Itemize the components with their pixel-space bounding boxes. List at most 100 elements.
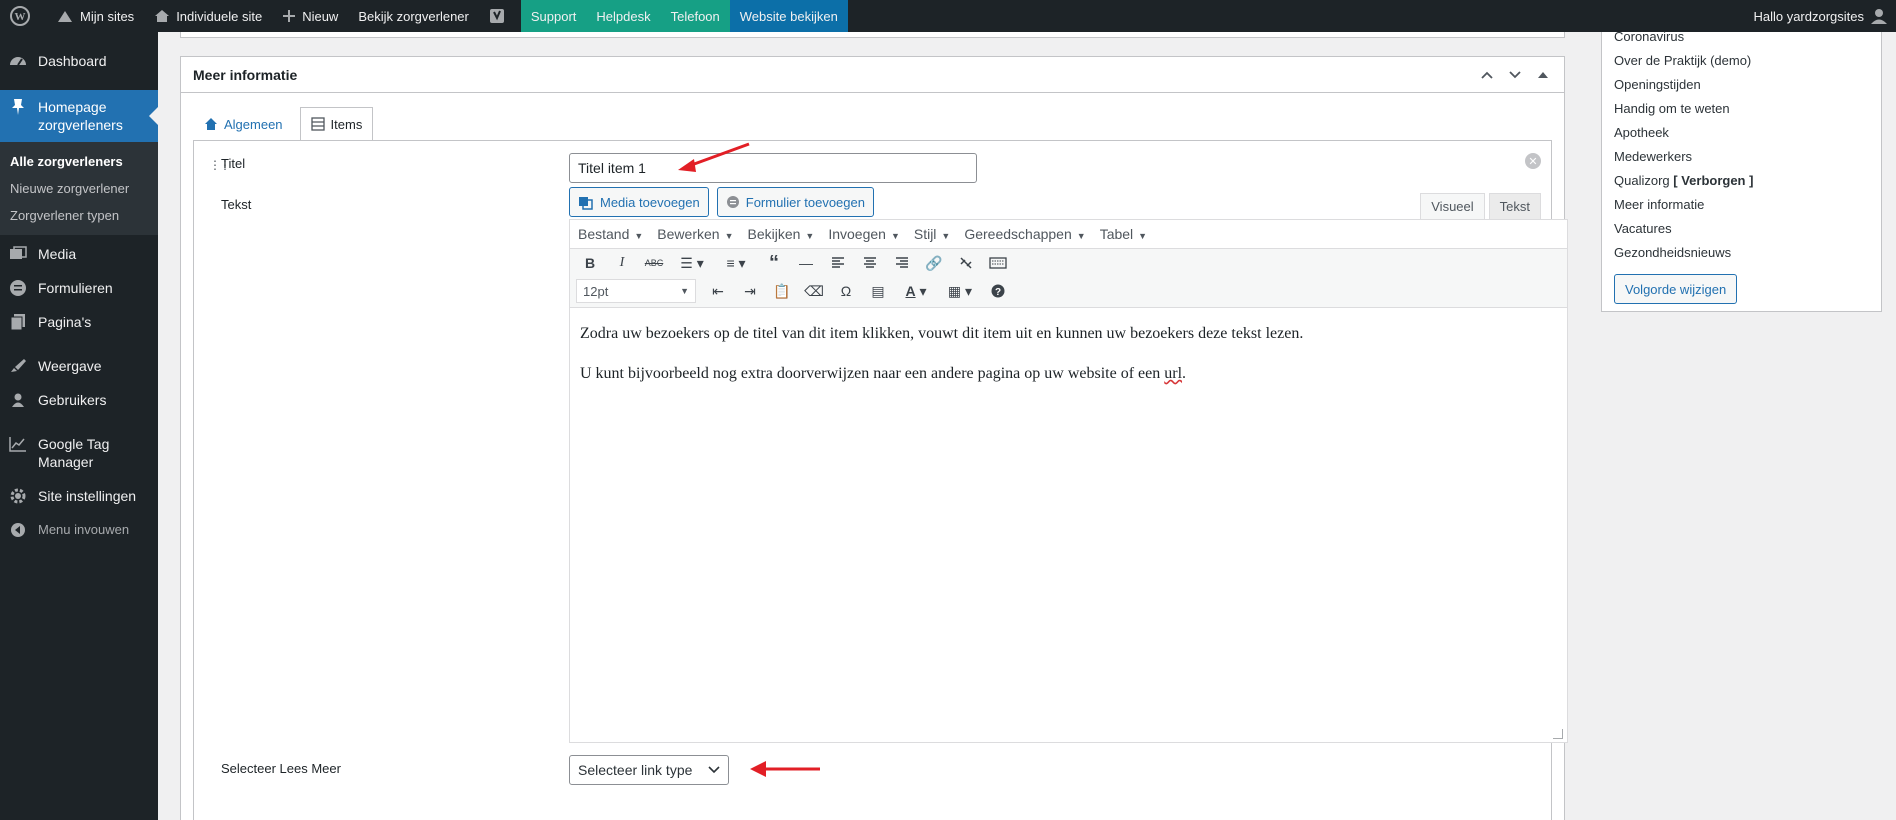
sidebar-item-site-settings[interactable]: Site instellingen (0, 479, 158, 513)
menu-label: Gereedschappen (964, 226, 1072, 242)
remove-item-icon[interactable]: ✕ (1525, 153, 1541, 169)
change-order-button[interactable]: Volgorde wijzigen (1614, 274, 1738, 304)
horizontal-line-icon[interactable]: — (792, 251, 820, 275)
item-order-panel: Coronavirus Over de Praktijk (demo) Open… (1601, 29, 1882, 312)
helpdesk-link[interactable]: Helpdesk (586, 0, 661, 32)
editor-media-buttons: Media toevoegen Formulier toevoegen (569, 187, 874, 217)
pin-icon (8, 98, 28, 116)
new-content-menu[interactable]: Nieuw (272, 0, 348, 32)
tab-items[interactable]: Items (299, 107, 374, 140)
order-item: Gezondheidsnieuws (1614, 244, 1732, 260)
font-size-select[interactable]: 12pt ▼ (576, 279, 696, 303)
submenu-provider-types[interactable]: Zorgverlener typen (0, 202, 158, 229)
move-down-icon[interactable] (1506, 66, 1524, 84)
menu-file[interactable]: Bestand ▼ (578, 226, 643, 242)
tab-general[interactable]: Algemeen (193, 107, 294, 140)
align-right-icon[interactable] (888, 251, 916, 275)
submenu-all-providers[interactable]: Alle zorgverleners (0, 148, 158, 175)
order-item: Vacatures (1614, 220, 1672, 236)
bullet-list-icon[interactable]: ☰ ▾ (672, 251, 712, 275)
resize-handle-icon[interactable] (1553, 729, 1563, 739)
sidebar-item-gtm[interactable]: Google Tag Manager (0, 427, 158, 479)
submenu-new-provider[interactable]: Nieuwe zorgverlener (0, 175, 158, 202)
my-sites-menu[interactable]: Mijn sites (46, 0, 144, 32)
strikethrough-icon[interactable]: ABC (640, 251, 668, 275)
sidebar-item-dashboard[interactable]: Dashboard (0, 44, 158, 78)
link-icon[interactable]: 🔗 (920, 251, 948, 275)
item-order-list: Coronavirus Over de Praktijk (demo) Open… (1602, 24, 1881, 264)
chart-line-icon (8, 435, 28, 453)
main-content: Meer informatie Algemeen Items ⋮⋮ Titel … (180, 32, 1568, 820)
outdent-icon[interactable]: ⇤ (704, 279, 732, 303)
tab-visual[interactable]: Visueel (1420, 193, 1485, 219)
sidebar-item-homepage[interactable]: Homepage zorgverleners (0, 90, 158, 142)
editor-content[interactable]: Zodra uw bezoekers op de titel van dit i… (570, 308, 1567, 416)
metabox-actions (1478, 66, 1552, 84)
italic-icon[interactable]: I (608, 251, 636, 275)
menu-insert[interactable]: Invoegen ▼ (828, 226, 900, 242)
sidebar-item-appearance[interactable]: Weergave (0, 349, 158, 383)
pages-icon (8, 313, 28, 331)
previous-metabox-edge (180, 32, 1565, 38)
sidebar-item-media[interactable]: Media (0, 237, 158, 271)
toolbar-toggle-icon[interactable] (984, 251, 1012, 275)
help-icon[interactable]: ? (984, 279, 1012, 303)
site-menu[interactable]: Individuele site (144, 0, 272, 32)
sidebar-item-users[interactable]: Gebruikers (0, 383, 158, 417)
content-text: . (1182, 365, 1187, 382)
align-center-icon[interactable] (856, 251, 884, 275)
home-icon (155, 10, 170, 22)
clear-formatting-icon[interactable]: ⌫ (800, 279, 828, 303)
read-more-icon[interactable]: ▤ (864, 279, 892, 303)
content-paragraph-1: Zodra uw bezoekers op de titel van dit i… (580, 325, 1304, 342)
menu-view[interactable]: Bekijken ▼ (747, 226, 814, 242)
view-provider-link[interactable]: Bekijk zorgverlener (348, 0, 479, 32)
align-left-icon[interactable] (824, 251, 852, 275)
link-type-select[interactable]: Selecteer link type (569, 755, 729, 785)
form-icon (726, 196, 739, 208)
wordpress-logo-button[interactable]: W (0, 0, 46, 32)
bold-icon[interactable]: B (576, 251, 604, 275)
text-color-icon[interactable]: A ▾ (896, 279, 936, 303)
sidebar-item-label: Dashboard (38, 53, 107, 69)
sidebar-item-label: Menu invouwen (38, 522, 130, 537)
sidebar-item-label: Media (38, 246, 77, 262)
order-item-label: Qualizorg (1614, 172, 1670, 188)
collapse-arrow-icon (8, 521, 28, 539)
gear-icon (8, 487, 28, 505)
sidebar-item-pages[interactable]: Pagina's (0, 305, 158, 339)
blockquote-icon[interactable]: “ (760, 251, 788, 275)
numbered-list-icon[interactable]: ≡ ▾ (716, 251, 756, 275)
sidebar-item-forms[interactable]: Formulieren (0, 271, 158, 305)
tab-text[interactable]: Tekst (1488, 193, 1541, 219)
move-up-icon[interactable] (1478, 66, 1496, 84)
yoast-menu[interactable] (479, 0, 521, 32)
misspelled-word: url (1164, 365, 1183, 382)
paintbrush-icon (8, 357, 28, 375)
add-media-button[interactable]: Media toevoegen (569, 187, 709, 217)
menu-table[interactable]: Tabel ▼ (1100, 226, 1147, 242)
special-character-icon[interactable]: Ω (832, 279, 860, 303)
unlink-icon[interactable] (952, 251, 980, 275)
toggle-panel-icon[interactable] (1534, 66, 1552, 84)
menu-label: Bekijken (747, 226, 801, 242)
menu-edit[interactable]: Bewerken ▼ (657, 226, 733, 242)
items-panel: ⋮⋮ Titel Titel item 1 ✕ Tekst Media toev… (193, 140, 1568, 820)
paste-text-icon[interactable]: 📋 (768, 279, 796, 303)
add-form-button[interactable]: Formulier toevoegen (716, 187, 874, 217)
helpdesk-label: Helpdesk (596, 8, 651, 24)
item-title-input[interactable]: Titel item 1 (569, 153, 977, 183)
sidebar-collapse-menu[interactable]: Menu invouwen (0, 513, 158, 547)
toolbar-row-2: 12pt ▼ ⇤ ⇥ 📋 ⌫ Ω ▤ A ▾ ▦ ▾ ? (570, 277, 1567, 305)
font-size-value: 12pt (583, 283, 609, 299)
order-item: Coronavirus (1614, 28, 1685, 44)
phone-link[interactable]: Telefoon (660, 0, 730, 32)
support-link[interactable]: Support (520, 0, 587, 32)
view-website-link[interactable]: Website bekijken (729, 0, 848, 32)
account-menu[interactable]: Hallo yardzorgsites (1753, 7, 1896, 25)
menu-tools[interactable]: Gereedschappen ▼ (964, 226, 1085, 242)
chevron-down-icon (708, 766, 720, 774)
indent-icon[interactable]: ⇥ (736, 279, 764, 303)
table-icon[interactable]: ▦ ▾ (940, 279, 980, 303)
menu-style[interactable]: Stijl ▼ (914, 226, 950, 242)
